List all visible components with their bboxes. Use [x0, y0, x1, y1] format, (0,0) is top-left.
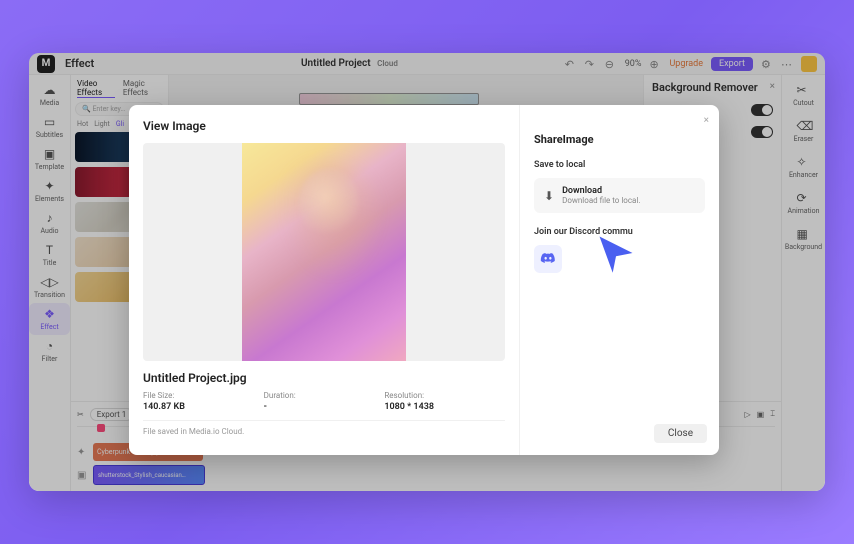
tool-eraser[interactable]: ⌫Eraser [782, 115, 825, 149]
file-metadata: File Size: 140.87 KB Duration: - Resolutio… [143, 391, 505, 412]
video-track[interactable]: ▣ shutterstock_Stylish_caucasian… [77, 465, 775, 485]
topbar: M Effect Untitled Project Cloud ↶ ↷ ⊖ 90… [29, 53, 825, 75]
image-preview-area [143, 143, 505, 361]
download-icon: ⬇ [544, 189, 554, 203]
zoom-level[interactable]: 90% [625, 59, 642, 69]
image-icon[interactable]: ▣ [757, 410, 765, 419]
track-icon: ✦ [77, 447, 89, 458]
saved-notice: File saved in Media.io Cloud. [143, 420, 505, 436]
screen-icon[interactable]: ⌶ [770, 409, 775, 419]
rail-media[interactable]: ☁Media [29, 79, 70, 111]
rail-effect[interactable]: ❖Effect [29, 303, 70, 335]
close-button[interactable]: Close [654, 424, 707, 443]
filesize-value: 140.87 KB [143, 402, 264, 412]
settings-icon[interactable]: ⚙ [761, 58, 773, 70]
project-name[interactable]: Untitled Project Cloud [134, 58, 565, 69]
effects-tabs: Video Effects Magic Effects [75, 79, 164, 98]
tool-cutout[interactable]: ✂Cutout [782, 79, 825, 113]
transition-icon: ◁▷ [43, 275, 57, 289]
upgrade-link[interactable]: Upgrade [669, 59, 703, 69]
enhancer-icon: ✧ [797, 155, 811, 169]
zoom-in-icon[interactable]: ⊕ [649, 58, 661, 70]
timeline-export-button[interactable]: Export 1 [90, 408, 134, 421]
rail-elements[interactable]: ✦Elements [29, 175, 70, 207]
subtitles-icon: ▭ [43, 115, 57, 129]
cutout-icon: ✂ [797, 83, 811, 97]
resolution-label: Resolution: [384, 391, 505, 400]
title-icon: T [43, 243, 57, 257]
filename: Untitled Project.jpg [143, 371, 505, 385]
image-preview [242, 143, 406, 361]
toggle-switch[interactable] [751, 126, 773, 138]
filter-light[interactable]: Light [94, 120, 110, 128]
more-icon[interactable]: ⋯ [781, 58, 793, 70]
rail-audio[interactable]: ♪Audio [29, 207, 70, 239]
filter-glitch[interactable]: Gli [116, 120, 124, 128]
save-local-label: Save to local [534, 160, 705, 170]
redo-icon[interactable]: ↷ [585, 58, 597, 70]
right-rail: ✂Cutout ⌫Eraser ✧Enhancer ⟳Animation ▦Ba… [781, 75, 825, 491]
cloud-icon: ☁ [43, 83, 57, 97]
section-title: Effect [65, 57, 94, 70]
animation-icon: ⟳ [797, 191, 811, 205]
resolution-value: 1080 * 1438 [384, 402, 505, 412]
share-title: ShareImage [534, 133, 705, 146]
duration-value: - [264, 402, 385, 412]
rail-filter[interactable]: ◔Filter [29, 335, 70, 367]
tutorial-cursor-icon [594, 231, 638, 279]
tab-video-effects[interactable]: Video Effects [77, 79, 115, 98]
filter-icon: ◔ [43, 339, 57, 353]
rail-subtitles[interactable]: ▭Subtitles [29, 111, 70, 143]
elements-icon: ✦ [43, 179, 57, 193]
download-subtitle: Download file to local. [562, 196, 640, 205]
modal-title: View Image [143, 119, 505, 133]
rail-template[interactable]: ▣Template [29, 143, 70, 175]
download-title: Download [562, 186, 640, 196]
discord-icon [540, 251, 556, 267]
zoom-out-icon[interactable]: ⊖ [605, 58, 617, 70]
filter-hot[interactable]: Hot [77, 120, 88, 128]
toggle-switch[interactable] [751, 104, 773, 116]
tool-animation[interactable]: ⟳Animation [782, 187, 825, 221]
cloud-label: Cloud [377, 59, 398, 68]
rail-title[interactable]: TTitle [29, 239, 70, 271]
eraser-icon: ⌫ [797, 119, 811, 133]
playhead[interactable] [97, 424, 105, 432]
download-button[interactable]: ⬇ Download Download file to local. [534, 178, 705, 213]
app-logo[interactable]: M [37, 55, 55, 73]
left-rail: ☁Media ▭Subtitles ▣Template ✦Elements ♪A… [29, 75, 71, 491]
undo-icon[interactable]: ↶ [565, 58, 577, 70]
export-button[interactable]: Export [711, 57, 753, 71]
cut-icon[interactable]: ✂ [77, 410, 84, 419]
vip-badge[interactable] [801, 56, 817, 72]
canvas-selection[interactable] [299, 93, 479, 105]
background-icon: ▦ [797, 227, 811, 241]
tab-magic-effects[interactable]: Magic Effects [123, 79, 162, 98]
tool-background[interactable]: ▦Background [782, 223, 825, 257]
video-clip[interactable]: shutterstock_Stylish_caucasian… [93, 465, 205, 485]
audio-icon: ♪ [43, 211, 57, 225]
play-icon[interactable]: ▷ [744, 410, 750, 419]
effect-icon: ❖ [43, 307, 57, 321]
rail-transition[interactable]: ◁▷Transition [29, 271, 70, 303]
discord-button[interactable] [534, 245, 562, 273]
template-icon: ▣ [43, 147, 57, 161]
duration-label: Duration: [264, 391, 385, 400]
close-icon[interactable]: × [770, 81, 775, 92]
track-icon: ▣ [77, 470, 89, 481]
tool-enhancer[interactable]: ✧Enhancer [782, 151, 825, 185]
filesize-label: File Size: [143, 391, 264, 400]
bg-remover-title: Background Remover [652, 81, 773, 94]
view-image-modal: × View Image Untitled Project.jpg File S… [129, 105, 719, 455]
